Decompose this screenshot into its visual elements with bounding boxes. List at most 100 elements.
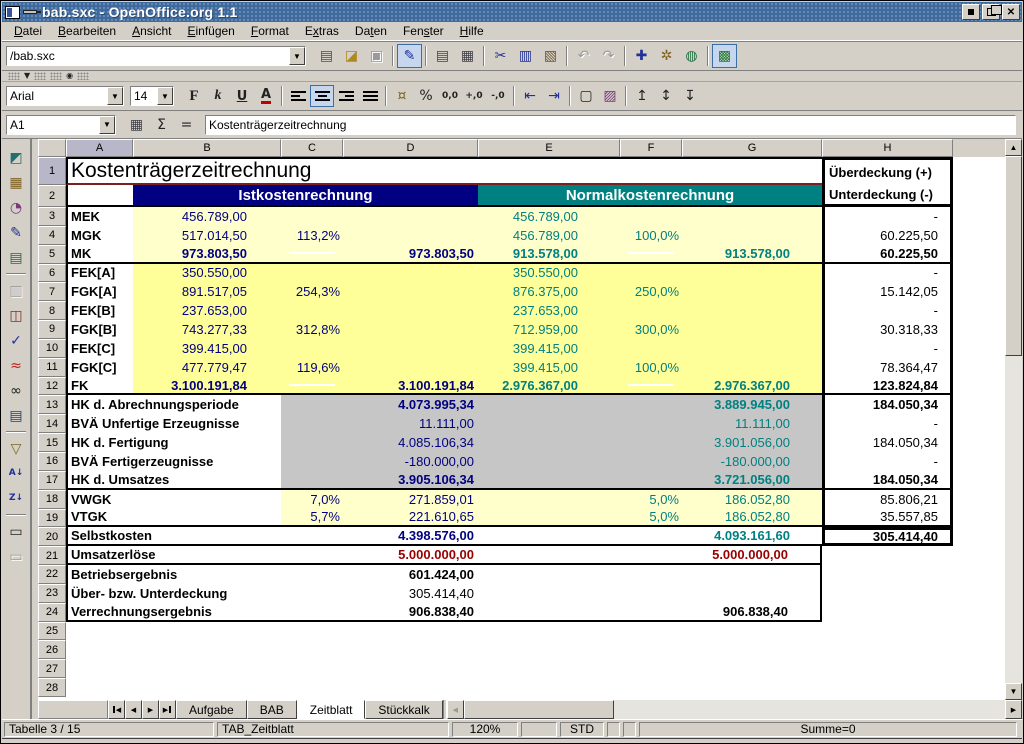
h-column-header-line1[interactable]: Überdeckung (+) <box>822 157 953 185</box>
row-header-27[interactable]: 27 <box>38 659 66 678</box>
column-header-B[interactable]: B <box>133 139 281 157</box>
cell-reference-input[interactable] <box>7 116 99 134</box>
sheet-tab-st-ckkalk[interactable]: Stückkalk <box>365 700 442 719</box>
row-header-3[interactable]: 3 <box>38 207 66 226</box>
cell-B6[interactable]: 350.550,00 <box>133 264 281 283</box>
cell-F22[interactable] <box>620 565 682 584</box>
cell-H24[interactable] <box>822 603 953 622</box>
row-header-14[interactable]: 14 <box>38 414 66 433</box>
close-button[interactable]: ✕ <box>1002 4 1020 20</box>
number-format-percent-button[interactable]: % <box>414 85 438 107</box>
autospellcheck-button[interactable]: ≈ <box>4 353 28 378</box>
cell-G4[interactable] <box>682 226 822 245</box>
cell-H20[interactable]: 305.414,40 <box>822 527 953 546</box>
cell-D16[interactable]: -180.000,00 <box>343 452 478 471</box>
add-decimal-button[interactable]: +,0 <box>462 85 486 107</box>
cell-F18[interactable]: 5,0% <box>620 490 682 509</box>
edit-file-button[interactable]: ✎ <box>397 44 422 68</box>
row-header-24[interactable]: 24 <box>38 603 66 622</box>
cell-C19[interactable]: 5,7% <box>281 509 343 528</box>
cell-E23[interactable] <box>478 584 620 603</box>
row-header-25[interactable]: 25 <box>38 622 66 641</box>
toolbar-grip[interactable] <box>50 72 62 80</box>
cell-E4[interactable]: 456.789,00 <box>478 226 620 245</box>
cell-D21[interactable]: 5.000.000,00 <box>343 546 478 565</box>
window-resize-border[interactable] <box>2 738 1022 744</box>
cell-D14[interactable]: 11.111,00 <box>343 414 478 433</box>
open-document-button[interactable]: ◪ <box>339 44 364 68</box>
row-label-9[interactable]: FGK[B] <box>66 320 133 339</box>
cell-G20[interactable]: 4.093.161,60 <box>682 527 822 546</box>
empty-row-cells[interactable] <box>66 622 1005 641</box>
cell-G11[interactable] <box>682 358 822 377</box>
cell-C6[interactable] <box>281 264 343 283</box>
cell-B7[interactable]: 891.517,05 <box>133 282 281 301</box>
align-left-button[interactable] <box>286 85 310 107</box>
cell-D11[interactable] <box>343 358 478 377</box>
column-header-F[interactable]: F <box>620 139 682 157</box>
gallery-button[interactable]: ▩ <box>712 44 737 68</box>
row-header-4[interactable]: 4 <box>38 226 66 245</box>
cell-G15[interactable]: 3.901.056,00 <box>682 433 822 452</box>
cell-E7[interactable]: 876.375,00 <box>478 282 620 301</box>
formula-input[interactable] <box>206 116 1015 134</box>
cell-D8[interactable] <box>343 301 478 320</box>
cell-E11[interactable]: 399.415,00 <box>478 358 620 377</box>
cell-D3[interactable] <box>343 207 478 226</box>
row-label-7[interactable]: FGK[A] <box>66 282 133 301</box>
cell-G16[interactable]: -180.000,00 <box>682 452 822 471</box>
cell-H9[interactable]: 30.318,33 <box>822 320 953 339</box>
row-label-19[interactable]: VTGK <box>66 509 281 528</box>
cell-C17[interactable] <box>281 471 343 490</box>
cell-E3[interactable]: 456.789,00 <box>478 207 620 226</box>
row-label-23[interactable]: Über- bzw. Unterdeckung <box>66 584 281 603</box>
cell-F14[interactable] <box>620 414 682 433</box>
hyperlink-button[interactable]: ◍ <box>679 44 704 68</box>
column-header-G[interactable]: G <box>682 139 822 157</box>
cell-D10[interactable] <box>343 339 478 358</box>
cell-E19[interactable] <box>478 509 620 528</box>
draw-functions-button[interactable]: ✎ <box>4 220 28 245</box>
cell-E14[interactable] <box>478 414 620 433</box>
scroll-down-button[interactable]: ▼ <box>1005 683 1022 700</box>
cell-D17[interactable]: 3.905.106,34 <box>343 471 478 490</box>
menu-item-daten[interactable]: Daten <box>347 22 395 40</box>
row-header-12[interactable]: 12 <box>38 377 66 396</box>
cell-D12[interactable]: 3.100.191,84 <box>343 377 478 396</box>
align-justify-button[interactable] <box>358 85 382 107</box>
cell-C16[interactable] <box>281 452 343 471</box>
spellcheck-button[interactable]: ✓ <box>4 328 28 353</box>
bold-button[interactable]: F <box>182 85 206 107</box>
row-label-20[interactable]: Selbstkosten <box>66 527 281 546</box>
cell-E6[interactable]: 350.550,00 <box>478 264 620 283</box>
last-sheet-button[interactable]: ▶ <box>159 700 176 719</box>
column-header-E[interactable]: E <box>478 139 620 157</box>
insert-chart-button[interactable]: ◔ <box>4 195 28 220</box>
cell-B3[interactable]: 456.789,00 <box>133 207 281 226</box>
sort-descending-button[interactable]: Z↓ <box>4 486 28 511</box>
first-sheet-button[interactable]: ◀ <box>108 700 125 719</box>
cell-C13[interactable] <box>281 395 343 414</box>
font-size-input[interactable] <box>131 87 157 105</box>
function-wizard-button[interactable]: ▦ <box>124 113 149 137</box>
sheet-tab-zeitblatt[interactable]: Zeitblatt <box>297 700 366 719</box>
cell-E12[interactable]: 2.976.367,00 <box>478 377 620 396</box>
menu-item-extras[interactable]: Extras <box>297 22 347 40</box>
borders-button[interactable]: ▢ <box>574 85 598 107</box>
cell-G8[interactable] <box>682 301 822 320</box>
autofilter-button[interactable]: ▽ <box>4 436 28 461</box>
new-document-button[interactable]: ▤ <box>314 44 339 68</box>
ungroup-button[interactable]: ▭ <box>4 544 28 569</box>
cell-G7[interactable] <box>682 282 822 301</box>
cell-C20[interactable] <box>281 527 343 546</box>
cell-H19[interactable]: 35.557,85 <box>822 509 953 528</box>
toolbar-grip[interactable] <box>77 72 89 80</box>
cell-F3[interactable] <box>620 207 682 226</box>
cell-G21[interactable]: 5.000.000,00 <box>682 546 822 565</box>
cell-H13[interactable]: 184.050,34 <box>822 395 953 414</box>
cell-H17[interactable]: 184.050,34 <box>822 471 953 490</box>
align-bottom-button[interactable]: ↧ <box>678 85 702 107</box>
row-label-18[interactable]: VWGK <box>66 490 281 509</box>
form-controls-button[interactable]: ▤ <box>4 245 28 270</box>
next-sheet-button[interactable]: ▶ <box>142 700 159 719</box>
